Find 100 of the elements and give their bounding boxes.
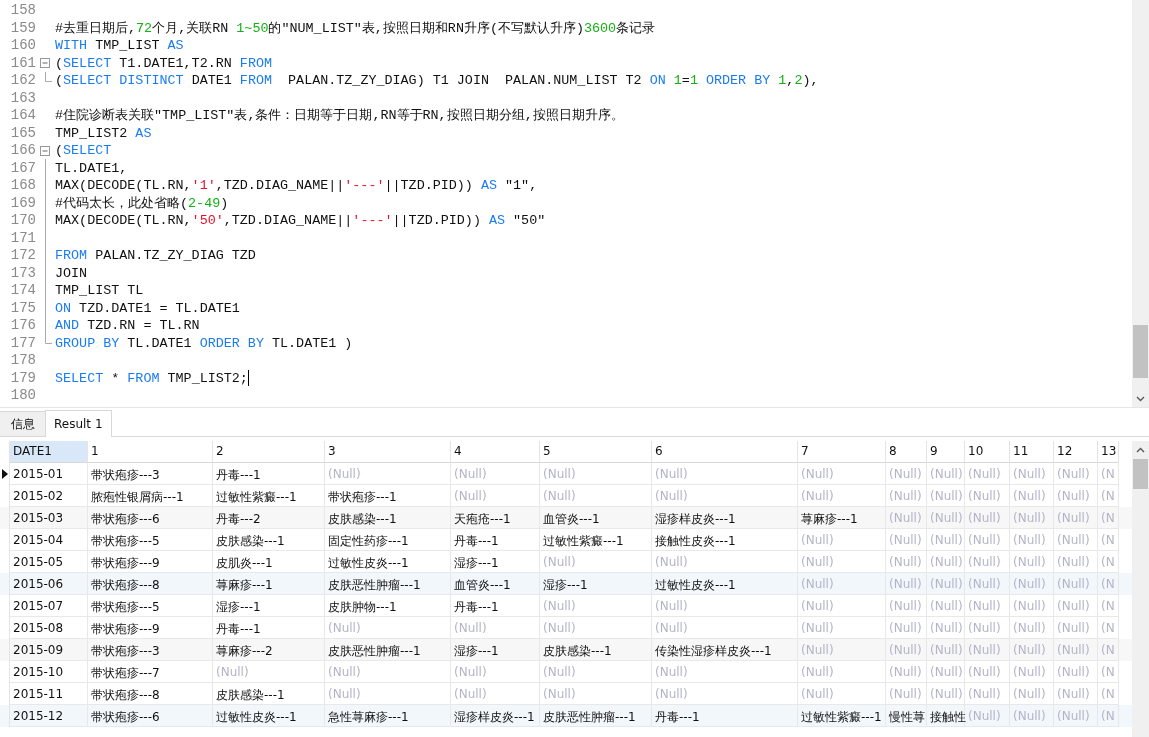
column-header[interactable]: 3 [325,441,451,463]
column-header[interactable]: 8 [886,441,927,463]
table-cell: 荨麻疹---1 [798,507,886,529]
result-tab[interactable]: Result 1 [45,410,112,437]
scroll-up-icon[interactable] [1136,447,1145,453]
column-header[interactable]: 5 [540,441,652,463]
table-cell: (Null) [927,529,965,551]
code-line: FROM PALAN.TZ_ZY_DIAG TZD [55,247,256,265]
table-cell: (Null) [652,463,798,485]
scrollbar[interactable] [1132,441,1149,737]
column-header[interactable]: 11 [1010,441,1054,463]
column-header[interactable]: 13 [1098,441,1119,463]
table-cell: 2015-10 [10,661,88,683]
table-cell: (Null) [213,661,325,683]
table-cell: 皮肤恶性肿瘤---1 [540,705,652,727]
table-cell: (Null) [325,463,451,485]
table-cell: (Null) [325,661,451,683]
table-cell: (Null) [965,507,1010,529]
table-cell: 传染性湿疹样皮炎---1 [652,639,798,661]
table-cell: (Null) [451,463,540,485]
table-cell: 血管炎---1 [540,507,652,529]
column-header[interactable]: 1 [88,441,213,463]
table-cell: (Null) [540,661,652,683]
column-header[interactable]: 7 [798,441,886,463]
table-cell: (N [1098,661,1119,683]
table-cell: (N [1098,705,1119,727]
table-cell: 2015-06 [10,573,88,595]
column-header[interactable]: 2 [213,441,325,463]
table-cell: (Null) [1010,595,1054,617]
collapse-icon[interactable] [40,58,50,69]
scrollbar[interactable] [1132,0,1149,407]
column-header[interactable]: 4 [451,441,540,463]
table-cell: 皮肤肿物---1 [325,595,451,617]
table-cell: 2015-01 [10,463,88,485]
table-cell: 丹毒---2 [213,507,325,529]
result-tab[interactable]: 信息 [0,411,46,436]
table-cell: (Null) [965,595,1010,617]
table-cell: (Null) [798,595,886,617]
code-line: GROUP BY TL.DATE1 ORDER BY TL.DATE1 ) [55,334,353,352]
line-number: 179 [9,369,36,387]
table-cell: 急性荨麻疹---1 [325,705,451,727]
table-cell: 2015-03 [10,507,88,529]
code-line: SELECT * FROM TMP_LIST2; [55,369,248,387]
table-cell: 固定性药疹---1 [325,529,451,551]
table-cell: 湿疹---1 [451,639,540,661]
table-cell: (Null) [540,595,652,617]
table-cell: (Null) [1010,529,1054,551]
table-cell: (Null) [1010,507,1054,529]
table-cell: (Null) [1054,507,1098,529]
table-cell: (Null) [798,639,886,661]
line-number: 166 [9,142,36,160]
table-cell: (Null) [965,639,1010,661]
column-header[interactable]: 10 [965,441,1010,463]
table-cell: (Null) [798,573,886,595]
code-line: WITH TMP_LIST AS [55,37,184,55]
table-cell: 过敏性皮炎---1 [652,573,798,595]
table-cell: (Null) [451,661,540,683]
table-cell: (Null) [927,639,965,661]
line-number: 159 [9,19,36,37]
table-cell: (Null) [1010,705,1054,727]
table-cell: 丹毒---1 [451,595,540,617]
table-cell: (Null) [1054,705,1098,727]
scrollbar-thumb[interactable] [1133,459,1148,489]
table-cell: (Null) [886,639,927,661]
scroll-down-icon[interactable] [1136,396,1145,402]
line-number: 176 [9,317,36,335]
table-cell: 2015-09 [10,639,88,661]
table-cell: 丹毒---1 [451,529,540,551]
line-number: 172 [9,247,36,265]
table-cell: 皮肤恶性肿瘤---1 [325,639,451,661]
table-cell: 皮肤恶性肿瘤---1 [325,573,451,595]
code-line: ON TZD.DATE1 = TL.DATE1 [55,299,240,317]
code-line: #代码太长，此处省略(2-49) [55,194,229,212]
table-cell: (Null) [927,463,965,485]
collapse-icon[interactable] [40,145,50,156]
table-cell: (Null) [652,595,798,617]
code-line: MAX(DECODE(TL.RN,'50',TZD.DIAG_NAME||'---'||TZD.PID)) AS "50" [55,212,546,230]
column-header[interactable]: 9 [927,441,965,463]
column-header[interactable]: 6 [652,441,798,463]
scrollbar-thumb[interactable] [1133,325,1148,378]
table-cell: 2015-07 [10,595,88,617]
column-header[interactable]: 12 [1054,441,1098,463]
table-cell: (N [1098,595,1119,617]
table-cell: (Null) [886,463,927,485]
line-number: 175 [9,299,36,317]
line-number: 171 [9,229,36,247]
table-cell: 过敏性皮炎---1 [213,705,325,727]
table-cell: 慢性荨 [886,705,927,727]
table-cell: 带状疱疹---8 [88,573,213,595]
table-cell: 荨麻疹---2 [213,639,325,661]
table-cell: (Null) [1054,529,1098,551]
table-cell: (Null) [886,661,927,683]
table-cell: (N [1098,463,1119,485]
table-cell: 接触性 [927,705,965,727]
table-cell: 过敏性紫癜---1 [798,705,886,727]
table-cell: 过敏性紫癜---1 [540,529,652,551]
table-cell: 带状疱疹---7 [88,661,213,683]
table-cell: 天疱疮---1 [451,507,540,529]
table-cell: (Null) [965,463,1010,485]
column-header[interactable]: DATE1 [10,441,88,463]
